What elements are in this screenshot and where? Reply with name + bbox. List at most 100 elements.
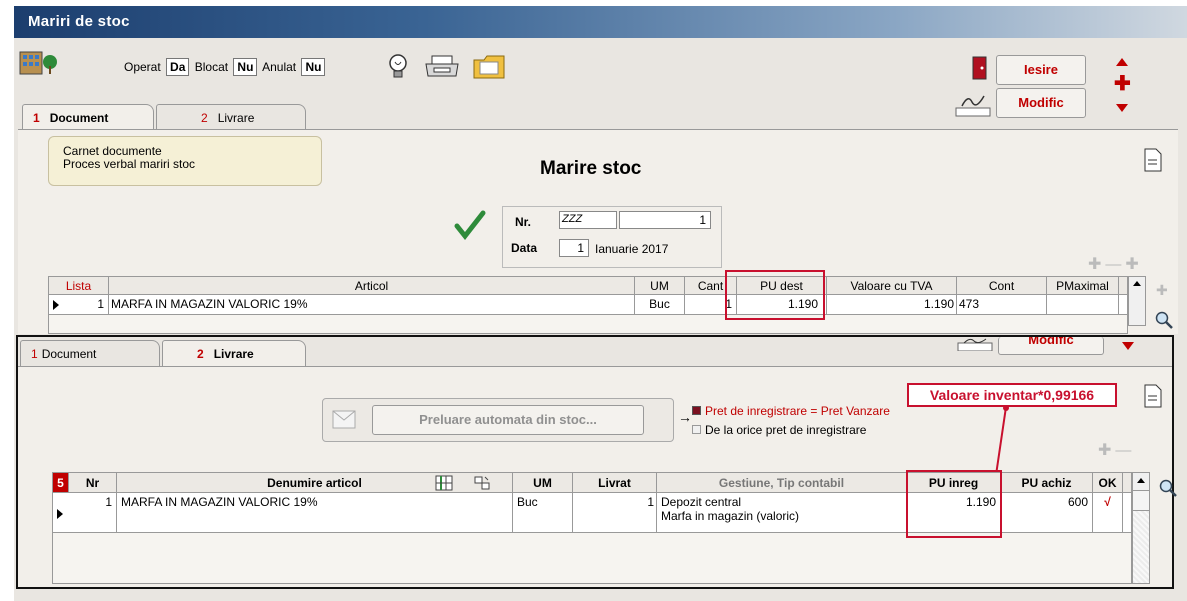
tab-document-lower[interactable]: 1 Document [20, 340, 160, 366]
magnifier-icon[interactable] [1154, 310, 1174, 330]
scroll-up-icon[interactable] [1137, 478, 1145, 483]
iesire-button[interactable]: Iesire [996, 55, 1086, 85]
envelope-icon [332, 410, 358, 430]
cell-pmaximal[interactable] [1047, 295, 1119, 314]
tab-number: 1 [31, 347, 38, 361]
cell-ok[interactable]: √ [1093, 493, 1123, 532]
scroll-up-button[interactable] [1133, 473, 1149, 491]
cell-valoare-tva[interactable]: 1.190 [827, 295, 957, 314]
grid1-add-icon[interactable]: ✚ [1156, 282, 1168, 299]
add-plus-icon[interactable]: ✚ [1114, 74, 1131, 94]
data-label: Data [511, 241, 538, 255]
tab-number: 2 [201, 111, 208, 125]
cell-pu-achiz[interactable]: 600 [1001, 493, 1093, 532]
preluare-label: Preluare automata din stoc... [419, 412, 597, 427]
col-lista[interactable]: Lista [49, 277, 109, 294]
col-denumire[interactable]: Denumire articol [117, 473, 513, 492]
page-title: Marire stoc [540, 158, 642, 179]
table-row[interactable]: 1 MARFA IN MAGAZIN VALORIC 19% Buc 1 1.1… [49, 295, 1127, 315]
exit-door-icon[interactable] [972, 56, 988, 80]
tab-livrare[interactable]: 2 Livrare [156, 104, 306, 130]
tab-document[interactable]: 1 Document [22, 104, 154, 130]
cell-nr[interactable]: 1 [69, 493, 117, 532]
grid-add-remove-tools[interactable]: ✚—✚ [1088, 254, 1150, 273]
lightbulb-icon[interactable] [386, 52, 410, 80]
option-checkbox[interactable] [692, 406, 701, 415]
cell-lista[interactable]: 1 [49, 295, 109, 314]
modific-button[interactable]: Modific [996, 88, 1086, 118]
option-orice-pret[interactable]: De la orice pret de inregistrare [692, 423, 866, 437]
tab-label: Document [41, 347, 97, 361]
iesire-label: Iesire [1024, 62, 1058, 77]
cell-um[interactable]: Buc [635, 295, 685, 314]
option-label: Pret de inregistrare = Pret Vanzare [705, 404, 890, 418]
col-pmaximal[interactable]: PMaximal [1047, 277, 1119, 294]
operat-label: Operat [124, 60, 161, 74]
col-pu-achiz[interactable]: PU achiz [1001, 473, 1093, 492]
arrow-down-icon[interactable] [1116, 104, 1128, 112]
col-gestiune[interactable]: Gestiune, Tip contabil [657, 473, 907, 492]
nr-label: Nr. [515, 215, 532, 229]
col-ok[interactable]: OK [1093, 473, 1123, 492]
pu-inreg-highlight [906, 470, 1002, 538]
magnifier-icon[interactable] [1158, 478, 1178, 498]
status-flags: Operat Da Blocat Nu Anulat Nu [124, 58, 327, 76]
building-icon[interactable] [18, 46, 58, 76]
arrow-right-icon: → [678, 409, 692, 425]
grid-add-remove-tools[interactable]: ✚— [1098, 440, 1148, 459]
printer-icon[interactable] [422, 54, 462, 80]
annotation-connector [993, 405, 1009, 476]
tab-livrare-lower[interactable]: 2 Livrare [162, 340, 306, 366]
articles-grid: Lista Articol UM Cant PU dest Valoare cu… [48, 276, 1128, 334]
blocat-label: Blocat [194, 60, 229, 74]
scroll-up-icon[interactable] [1133, 281, 1141, 286]
option-checkbox[interactable] [692, 425, 701, 434]
col-um[interactable]: UM [513, 473, 573, 492]
pu-dest-highlight [725, 270, 825, 320]
col-articol[interactable]: Articol [109, 277, 635, 294]
arrow-up-icon[interactable] [1116, 58, 1128, 66]
document-icon[interactable] [1144, 148, 1162, 172]
articles-grid-header: Lista Articol UM Cant PU dest Valoare cu… [49, 277, 1127, 295]
cell-denumire[interactable]: MARFA IN MAGAZIN VALORIC 19% [117, 493, 513, 532]
folder-icon[interactable] [472, 52, 506, 80]
modific-button-lower[interactable]: Modific [998, 337, 1104, 355]
arrow-down-icon[interactable] [1122, 342, 1134, 350]
signature-icon [954, 90, 994, 118]
grid-columns-icon[interactable] [435, 475, 453, 491]
modific-label: Modific [1018, 95, 1064, 110]
tip-contabil-value: Marfa in magazin (valoric) [661, 509, 800, 523]
col-nr[interactable]: Nr [69, 473, 117, 492]
scroll-thumb[interactable] [1133, 491, 1149, 511]
data-day-field[interactable]: 1 [559, 239, 589, 257]
tab-number: 2 [197, 347, 204, 361]
cell-livrat[interactable]: 1 [573, 493, 657, 532]
row-count: 5 [53, 473, 69, 492]
col-cont[interactable]: Cont [957, 277, 1047, 294]
data-month-year: Ianuarie 2017 [595, 242, 669, 256]
tab-label: Livrare [217, 111, 255, 125]
carnet-value: Proces verbal mariri stoc [63, 157, 196, 171]
col-livrat[interactable]: Livrat [573, 473, 657, 492]
document-icon[interactable] [1144, 384, 1162, 408]
col-valoare-tva[interactable]: Valoare cu TVA [827, 277, 957, 294]
operat-value: Da [166, 58, 190, 76]
carnet-box[interactable]: Carnet documente Proces verbal mariri st… [48, 136, 322, 186]
cell-gestiune[interactable]: Depozit central Marfa in magazin (valori… [657, 493, 907, 532]
cell-articol[interactable]: MARFA IN MAGAZIN VALORIC 19% [109, 295, 635, 314]
cell-cont[interactable]: 473 [957, 295, 1047, 314]
tab-number: 1 [33, 111, 40, 125]
grid2-scrollbar[interactable] [1132, 472, 1150, 584]
nr-data-panel: Nr. ZZZ 1 Data 1 Ianuarie 2017 [502, 206, 722, 268]
preluare-button[interactable]: Preluare automata din stoc... [372, 405, 644, 435]
grid-sort-icon[interactable] [473, 475, 491, 491]
nr-series-field[interactable]: ZZZ [559, 211, 617, 229]
option-pret-vanzare[interactable]: Pret de inregistrare = Pret Vanzare [692, 404, 890, 418]
grid1-scrollbar[interactable] [1128, 276, 1146, 326]
signature-icon [956, 337, 996, 351]
anulat-value: Nu [301, 58, 326, 76]
window-title: Mariri de stoc [14, 6, 1187, 38]
cell-um[interactable]: Buc [513, 493, 573, 532]
nr-value-field[interactable]: 1 [619, 211, 711, 229]
col-um[interactable]: UM [635, 277, 685, 294]
